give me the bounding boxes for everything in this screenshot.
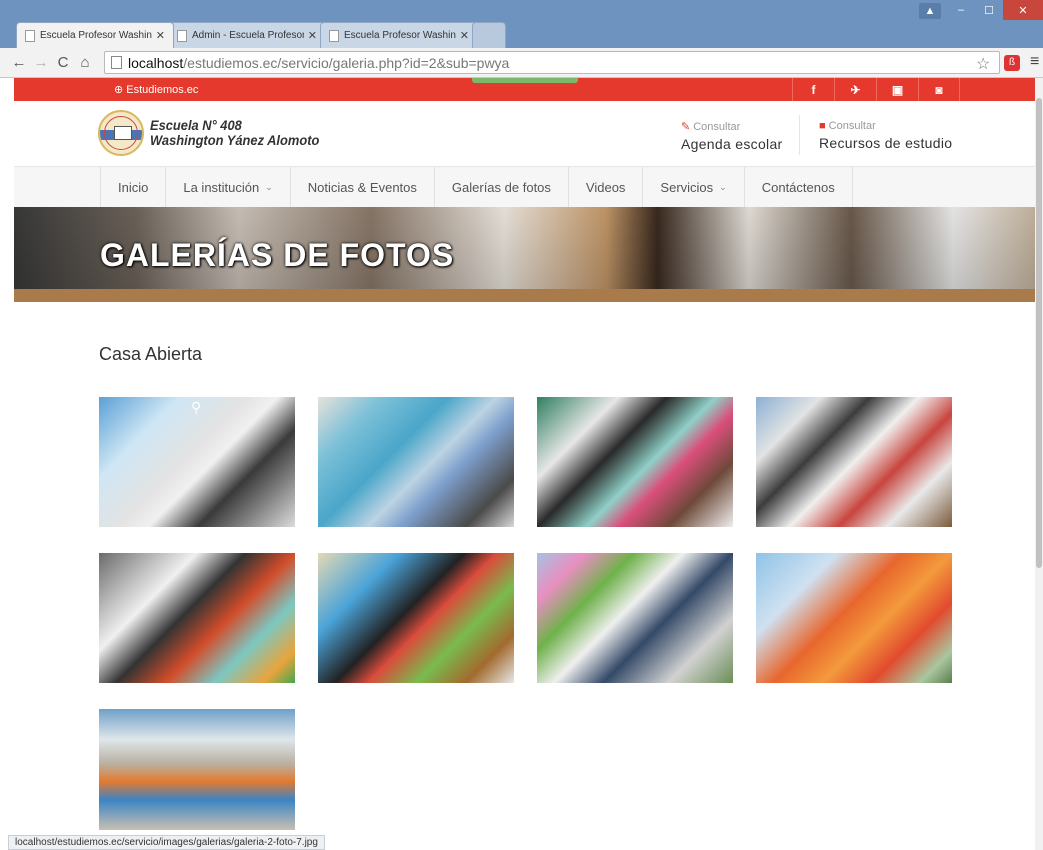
browser-tab-2[interactable]: Admin - Escuela Profesor ✕ — [168, 22, 326, 48]
minimize-button[interactable]: – — [947, 0, 975, 20]
agenda-link[interactable]: ✎ Consultar Agenda escolar — [681, 120, 783, 152]
resources-small-label: Consultar — [828, 120, 876, 132]
resources-label: Recursos de estudio — [819, 135, 953, 151]
page-icon — [177, 29, 187, 42]
book-icon: ■ — [819, 120, 826, 132]
gallery-photo[interactable] — [99, 709, 295, 830]
school-name-line2: Washington Yánez Alomoto — [150, 132, 320, 148]
back-icon[interactable]: ← — [8, 54, 30, 71]
page-icon — [329, 29, 339, 42]
brand-label: Estudiemos.ec — [126, 84, 199, 96]
gallery-photo[interactable] — [537, 553, 733, 683]
social-links: f ✈ ▣ ◙ — [792, 78, 960, 101]
gallery-photo[interactable] — [318, 553, 514, 683]
nav-item-inicio[interactable]: Inicio — [100, 167, 165, 208]
school-name-line1: Escuela N° 408 — [150, 117, 242, 133]
browser-tab-1[interactable]: Escuela Profesor Washing ✕ — [16, 22, 174, 48]
tab-strip: Escuela Profesor Washing ✕ Admin - Escue… — [16, 22, 506, 48]
resources-link[interactable]: ■ Consultar Recursos de estudio — [819, 120, 952, 151]
page-scrollbar[interactable] — [1035, 78, 1043, 850]
tab-title: Escuela Profesor Washing — [344, 30, 456, 41]
bookmark-star-icon[interactable]: ☆ — [976, 54, 990, 74]
maximize-button[interactable]: ☐ — [975, 0, 1003, 20]
home-icon[interactable]: ⌂ — [74, 54, 96, 71]
menu-icon[interactable]: ≡ — [1030, 53, 1039, 71]
nav-item-institucion[interactable]: La institución ⌄ — [165, 167, 289, 208]
page-icon — [25, 29, 35, 42]
page-viewport: ⊕ Estudiemos.ec f ✈ ▣ ◙ Escuela N° 408 W… — [0, 78, 1043, 850]
user-icon[interactable]: ▲ — [919, 3, 941, 19]
gallery-photo[interactable]: ⚲ — [99, 397, 295, 527]
tab-title: Escuela Profesor Washing — [40, 30, 152, 41]
status-bar: localhost/estudiemos.ec/servicio/images/… — [8, 835, 325, 850]
browser-toolbar: ← → C ⌂ localhost/estudiemos.ec/servicio… — [0, 48, 1043, 78]
nav-item-galerias[interactable]: Galerías de fotos — [433, 167, 568, 208]
gallery-photo[interactable] — [537, 397, 733, 527]
close-tab-icon[interactable]: ✕ — [460, 29, 469, 42]
main-nav: Inicio La institución ⌄ Noticias & Evento… — [14, 167, 1035, 208]
nav-item-contactenos[interactable]: Contáctenos — [743, 167, 853, 208]
gallery-photo[interactable] — [756, 553, 952, 683]
top-accent-tab — [472, 78, 578, 83]
agenda-label: Agenda escolar — [681, 136, 783, 152]
twitter-icon[interactable]: ✈ — [834, 78, 876, 101]
gallery-photo[interactable] — [318, 397, 514, 527]
close-tab-icon[interactable]: ✕ — [308, 29, 317, 42]
page-icon — [111, 56, 122, 69]
instagram-icon[interactable]: ◙ — [918, 78, 960, 101]
new-tab-button[interactable] — [472, 22, 506, 48]
browser-tab-3[interactable]: Escuela Profesor Washing ✕ — [320, 22, 478, 48]
tab-title: Admin - Escuela Profesor — [192, 30, 304, 41]
divider — [799, 115, 800, 155]
search-icon: ⚲ — [191, 399, 202, 415]
facebook-icon[interactable]: f — [792, 78, 834, 101]
chevron-down-icon: ⌄ — [265, 182, 273, 192]
nav-item-noticias[interactable]: Noticias & Eventos — [289, 167, 434, 208]
edit-icon: ✎ — [681, 121, 691, 133]
site-topbar: ⊕ Estudiemos.ec f ✈ ▣ ◙ — [14, 78, 1035, 101]
school-name[interactable]: Escuela N° 408 Washington Yánez Alomoto — [150, 118, 319, 148]
close-tab-icon[interactable]: ✕ — [156, 29, 165, 42]
address-bar[interactable]: localhost/estudiemos.ec/servicio/galeria… — [104, 51, 1000, 74]
nav-item-videos[interactable]: Videos — [567, 167, 643, 208]
brand-link[interactable]: ⊕ Estudiemos.ec — [114, 83, 198, 96]
url-path: /estudiemos.ec/servicio/galeria.php?id=2… — [183, 54, 510, 71]
nav-item-servicios[interactable]: Servicios ⌄ — [642, 167, 743, 208]
hero-banner: GALERÍAS DE FOTOS — [14, 207, 1035, 302]
gallery-title: Casa Abierta — [99, 344, 203, 364]
scrollbar-thumb[interactable] — [1036, 98, 1042, 568]
school-logo[interactable] — [98, 110, 144, 156]
forward-icon[interactable]: → — [30, 54, 52, 71]
site-header: Escuela N° 408 Washington Yánez Alomoto … — [14, 101, 1035, 167]
extension-icon[interactable]: ß — [1004, 55, 1020, 71]
browser-titlebar: Escuela Profesor Washing ✕ Admin - Escue… — [0, 0, 1043, 48]
close-window-button[interactable]: ✕ — [1003, 0, 1043, 20]
agenda-small-label: Consultar — [693, 121, 741, 133]
chevron-down-icon: ⌄ — [719, 182, 727, 192]
reload-icon[interactable]: C — [52, 54, 74, 71]
window-controls: ▲ – ☐ ✕ — [919, 0, 1043, 22]
gallery-photo[interactable] — [99, 553, 295, 683]
gallery-photo[interactable] — [756, 397, 952, 527]
page-title: GALERÍAS DE FOTOS — [100, 237, 455, 273]
youtube-icon[interactable]: ▣ — [876, 78, 918, 101]
url-host: localhost — [128, 54, 184, 71]
